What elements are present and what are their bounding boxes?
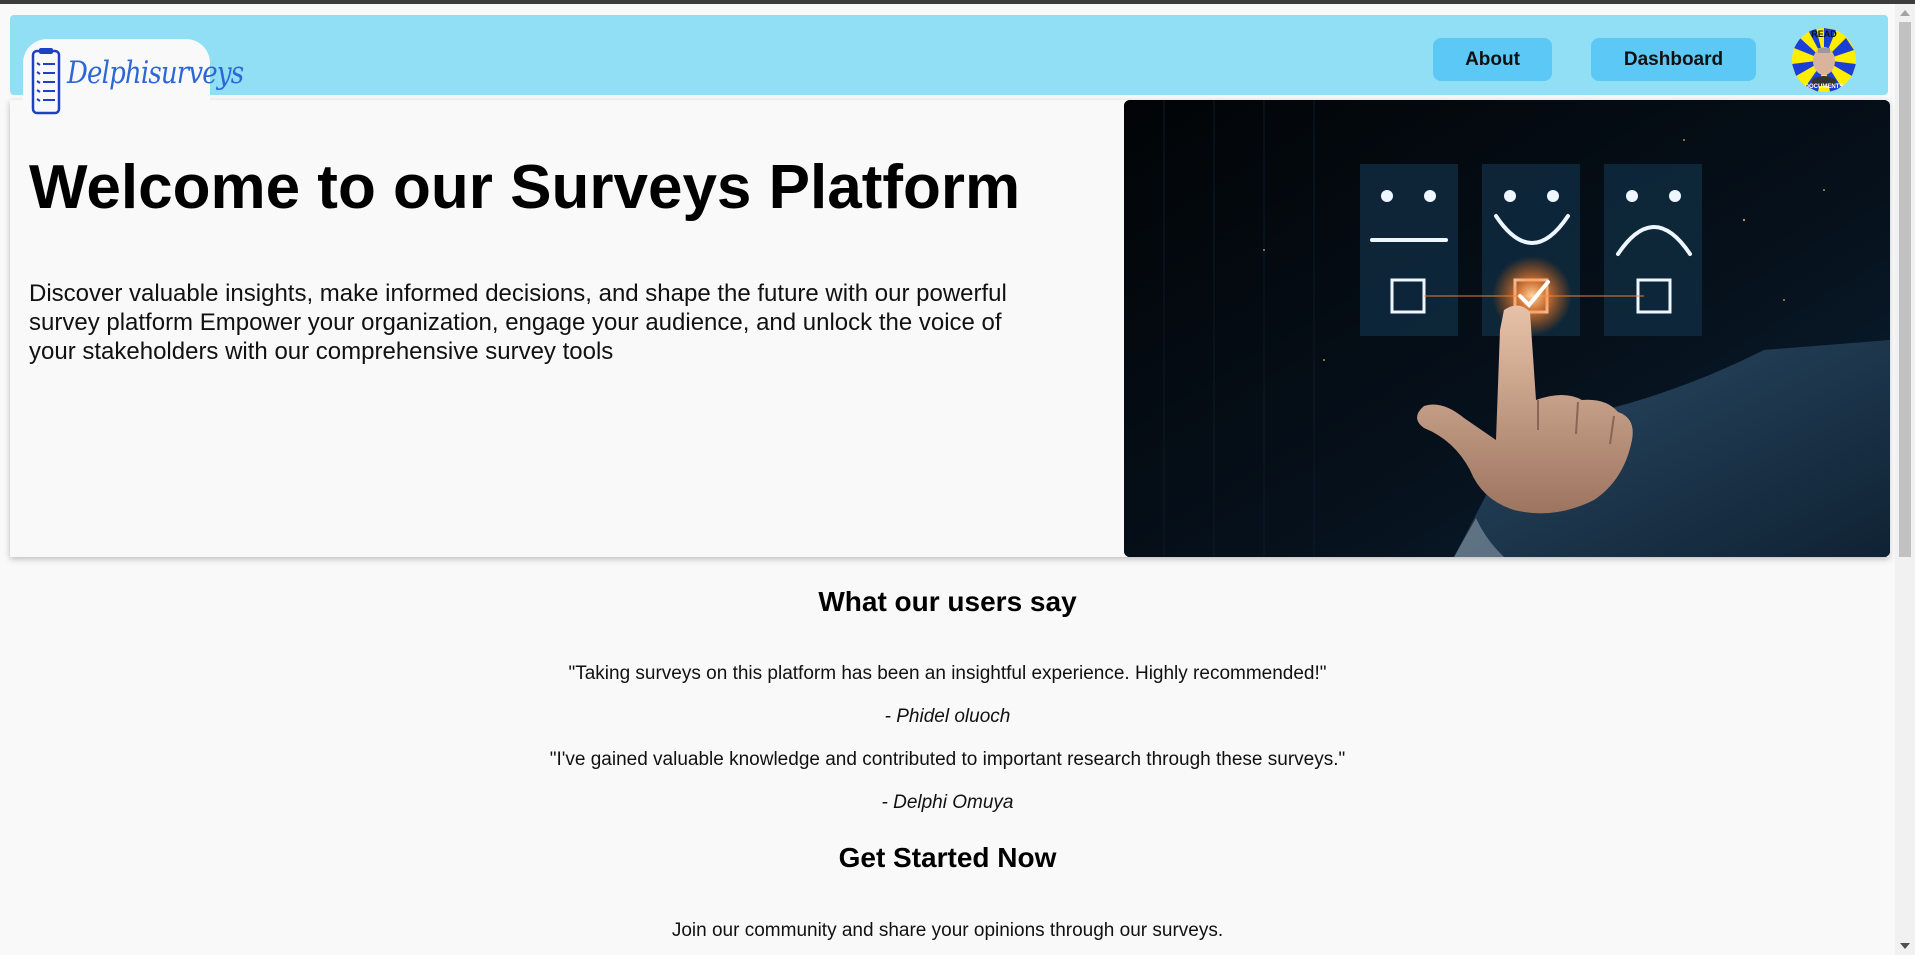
vertical-scrollbar[interactable] (1895, 4, 1915, 955)
user-avatar[interactable]: READ DOCUMENTS (1792, 28, 1856, 92)
testimonial-quote: "I've gained valuable knowledge and cont… (549, 749, 1346, 770)
testimonials-title: What our users say (818, 586, 1077, 617)
hero-image (1124, 100, 1890, 557)
scroll-down-arrow-icon[interactable] (1900, 943, 1910, 949)
site-logo[interactable]: Delphisurveys (23, 39, 244, 129)
cta-text: Join our community and share your opinio… (671, 920, 1224, 941)
checklist-icon (31, 48, 61, 115)
avatar-top-text: READ (1811, 29, 1837, 39)
page: About Dashboard READ DOCUMENTS Delphisur… (0, 4, 1895, 955)
dashboard-button[interactable]: Dashboard (1591, 38, 1756, 81)
hero-section: Welcome to our Surveys Platform Discover… (10, 100, 1890, 557)
survey-feedback-illustration (1124, 100, 1890, 557)
hero-description: Discover valuable insights, make informe… (29, 280, 1007, 365)
scroll-thumb[interactable] (1899, 22, 1911, 557)
about-button[interactable]: About (1433, 38, 1552, 81)
scroll-up-arrow-icon[interactable] (1900, 10, 1910, 16)
testimonial-quote: "Taking surveys on this platform has bee… (568, 663, 1327, 684)
cta-title: Get Started Now (838, 842, 1057, 873)
navbar: About Dashboard READ DOCUMENTS (10, 15, 1888, 95)
testimonial-author: - Phidel oluoch (884, 706, 1011, 727)
hero-title: Welcome to our Surveys Platform (29, 153, 1021, 222)
testimonial-author: - Delphi Omuya (881, 792, 1014, 813)
logo-text: Delphisurveys (67, 55, 244, 91)
avatar-bottom-text: DOCUMENTS (1804, 84, 1844, 90)
